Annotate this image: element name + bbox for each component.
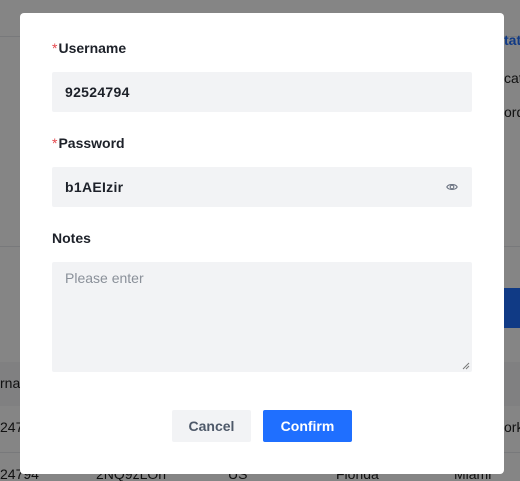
edit-account-modal: *Username 92524794 *Password b1AEIzir No…	[20, 13, 504, 474]
notes-label-text: Notes	[52, 230, 91, 246]
username-label-text: Username	[58, 40, 127, 56]
notes-placeholder: Please enter	[65, 270, 144, 286]
eye-icon[interactable]	[446, 181, 458, 193]
username-label: *Username	[52, 39, 126, 57]
username-input[interactable]: 92524794	[52, 72, 472, 112]
notes-label: Notes	[52, 229, 91, 247]
password-label-text: Password	[58, 135, 125, 151]
password-label: *Password	[52, 134, 125, 152]
required-mark: *	[52, 40, 58, 56]
notes-textarea[interactable]: Please enter	[52, 262, 472, 372]
cancel-button[interactable]: Cancel	[172, 410, 251, 442]
password-input[interactable]: b1AEIzir	[52, 167, 472, 207]
required-mark: *	[52, 135, 58, 151]
confirm-button[interactable]: Confirm	[263, 410, 352, 442]
resize-grip-icon[interactable]	[462, 362, 470, 370]
username-value: 92524794	[65, 84, 130, 100]
password-value: b1AEIzir	[65, 179, 124, 195]
